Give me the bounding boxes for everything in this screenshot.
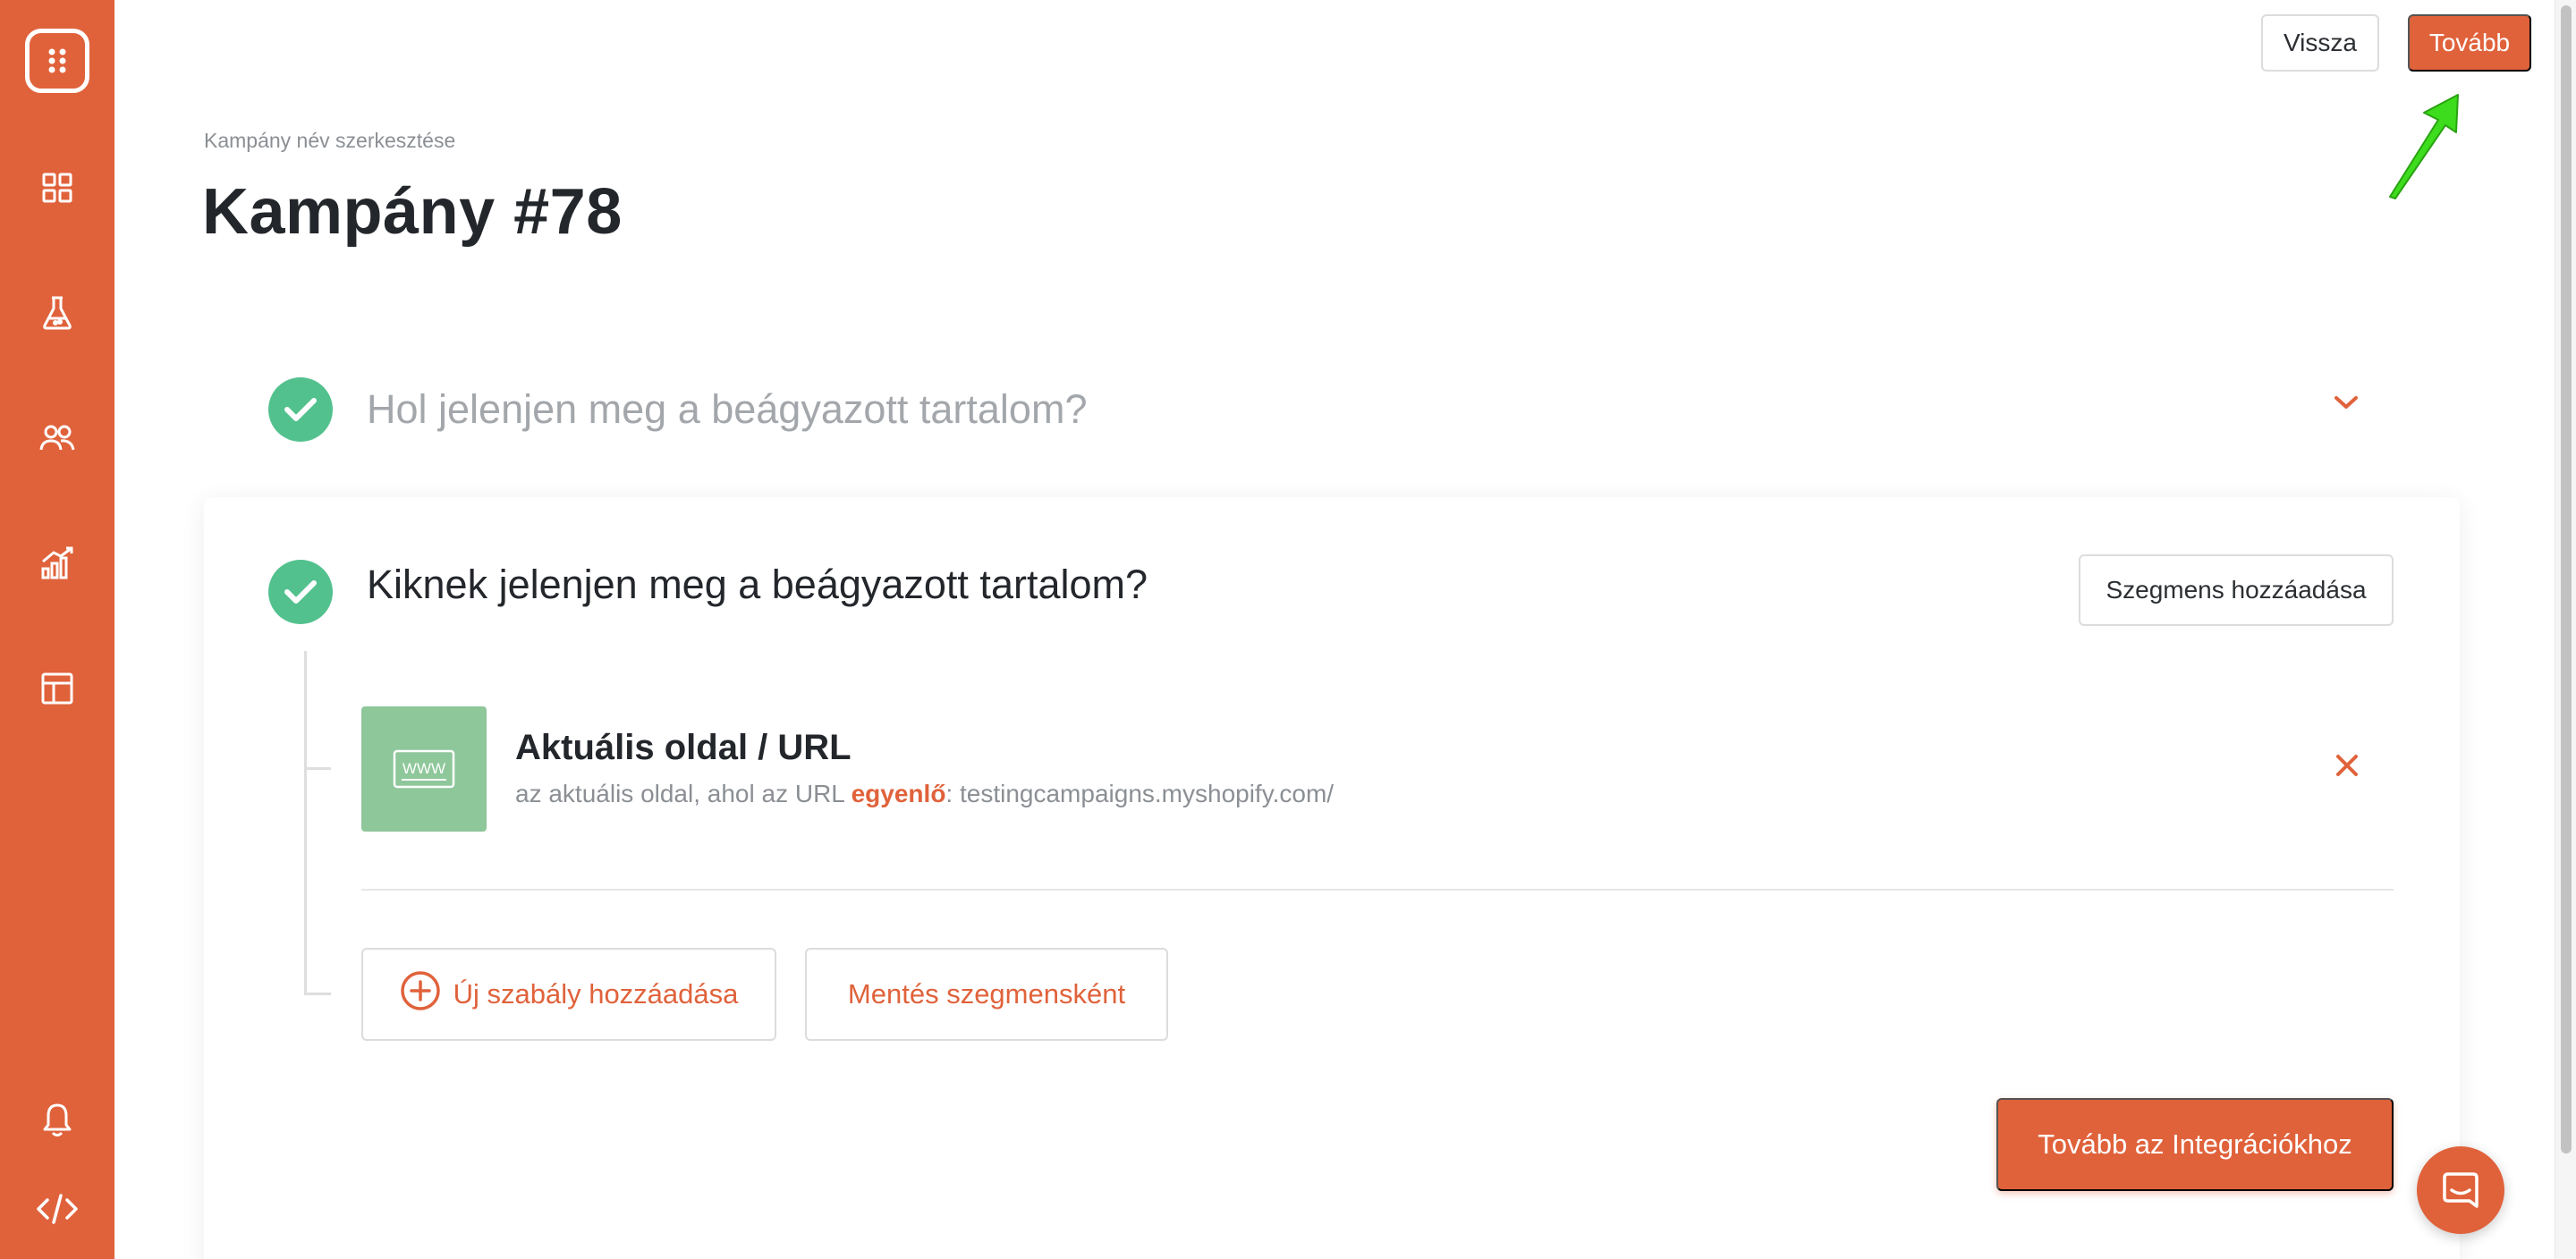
save-as-segment-button[interactable]: Mentés szegmensként <box>805 948 1168 1041</box>
scrollbar[interactable] <box>2555 0 2576 1259</box>
logo-icon[interactable] <box>25 29 89 93</box>
continue-to-integrations-button[interactable]: Tovább az Integrációkhoz <box>1996 1098 2394 1191</box>
rule-operator: egyenlő <box>851 780 946 807</box>
add-rule-button[interactable]: Új szabály hozzáadása <box>361 948 776 1041</box>
tree-branch <box>304 767 331 770</box>
plus-circle-icon <box>400 970 441 1018</box>
divider <box>361 889 2394 891</box>
analytics-icon[interactable] <box>0 528 114 599</box>
code-icon[interactable] <box>0 1173 114 1245</box>
rule-title: Aktuális oldal / URL <box>515 728 852 767</box>
users-icon[interactable] <box>0 402 114 474</box>
next-button[interactable]: Tovább <box>2408 14 2531 72</box>
rule-description-prefix: az aktuális oldal, ahol az URL <box>515 780 852 807</box>
breadcrumb[interactable]: Kampány név szerkesztése <box>204 129 455 153</box>
www-icon: WWW <box>361 706 487 832</box>
chevron-down-icon[interactable] <box>2333 393 2360 416</box>
dashboard-icon[interactable] <box>0 152 114 224</box>
page-title: Kampány #78 <box>202 176 623 248</box>
www-icon-text: WWW <box>402 760 445 777</box>
scrollbar-thumb[interactable] <box>2561 5 2572 1153</box>
rule-description[interactable]: az aktuális oldal, ahol az URL egyenlő: … <box>515 780 1334 808</box>
tree-branch <box>304 993 331 995</box>
add-segment-button[interactable]: Szegmens hozzáadása <box>2079 554 2394 626</box>
back-button[interactable]: Vissza <box>2261 14 2379 72</box>
add-rule-label: Új szabály hozzáadása <box>453 978 739 1010</box>
experiments-icon[interactable] <box>0 277 114 349</box>
step-title-placement[interactable]: Hol jelenjen meg a beágyazott tartalom? <box>367 386 1087 433</box>
notification-icon[interactable] <box>0 1084 114 1155</box>
rule-separator: : <box>945 780 960 807</box>
layout-icon[interactable] <box>0 653 114 724</box>
annotation-arrow-icon <box>2388 93 2460 205</box>
remove-rule-close-icon[interactable] <box>2334 753 2360 782</box>
chat-icon[interactable] <box>2417 1146 2504 1234</box>
tree-line <box>304 651 307 994</box>
step-title-audience: Kiknek jelenjen meg a beágyazott tartalo… <box>367 562 1148 607</box>
sidebar <box>0 0 114 1259</box>
step-complete-icon <box>268 560 333 624</box>
rule-value: testingcampaigns.myshopify.com/ <box>959 780 1335 807</box>
step-complete-icon <box>268 377 333 442</box>
